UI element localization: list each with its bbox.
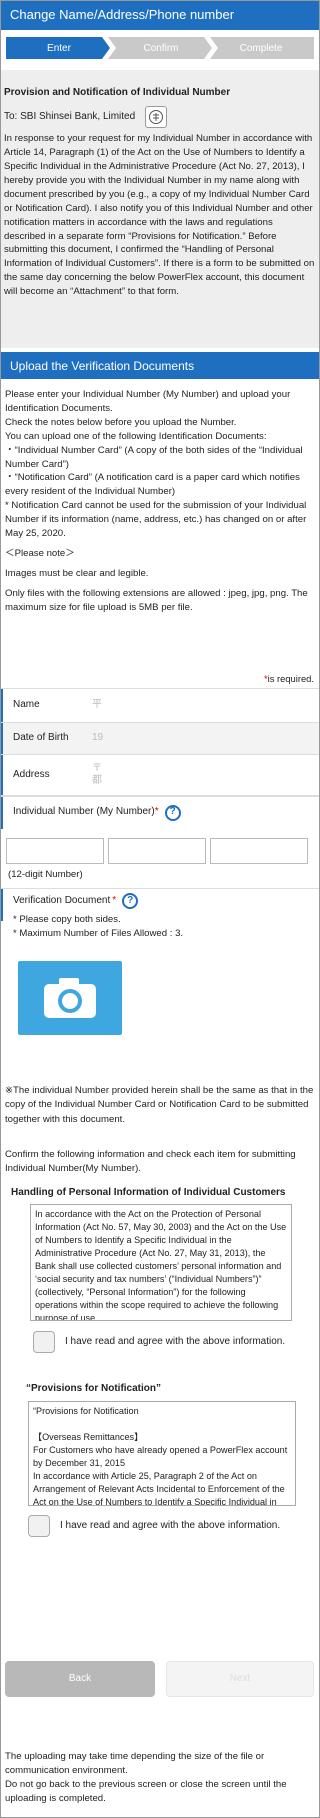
verification-notes: * Please copy both sides. * Maximum Numb… [13, 913, 183, 942]
handling-textbox[interactable]: In accordance with the Act on the Protec… [30, 1204, 292, 1321]
verification-note-max: * Maximum Number of Files Allowed : 3. [13, 928, 184, 940]
verification-required: * [112, 894, 117, 906]
verification-document: Verification Document * ? * Please copy … [0, 888, 320, 1076]
handling-text: In accordance with the Act on the Protec… [35, 1209, 287, 1321]
back-button[interactable]: Back [5, 1661, 155, 1697]
my-number-part3-input[interactable] [210, 838, 308, 864]
my-number-label: Individual Number (My Number) [13, 806, 155, 818]
page-header: Change Name/Address/Phone number [0, 0, 320, 30]
verification-label: Verification Document [13, 894, 111, 906]
provisions-agree-checkbox[interactable] [28, 1515, 50, 1537]
help-icon[interactable]: ? [164, 804, 181, 821]
handling-agree-checkbox[interactable] [33, 1331, 55, 1353]
name-label: Name [13, 699, 40, 711]
declaration-text: ※The individual Number provided herein s… [5, 1085, 314, 1125]
my-number-header: Individual Number (My Number) * ? [0, 796, 320, 829]
step-complete: Complete [239, 43, 283, 54]
handling-agree-label: I have read and agree with the above inf… [65, 1335, 286, 1347]
provisions-agree-row: I have read and agree with the above inf… [0, 1514, 320, 1538]
camera-upload-button[interactable] [18, 961, 122, 1035]
address-label: Address [13, 768, 50, 780]
instruction-line: ・“Individual Number Card” (A copy of the… [5, 444, 303, 470]
instruction-line: Check the notes below before you upload … [5, 416, 237, 428]
name-value: 平 [92, 699, 102, 711]
help-icon[interactable]: ? [122, 893, 139, 909]
step-enter: Enter [47, 43, 71, 54]
confirm-intro: Confirm the following information and ch… [5, 1149, 296, 1175]
instruction-line: ・“Notification Card” (A notification car… [5, 472, 300, 498]
my-number-inputs [0, 838, 320, 864]
provisions-textbox[interactable]: “Provisions for Notification 【Overseas R… [28, 1401, 296, 1506]
note-clear: Images must be clear and legible. [5, 567, 149, 579]
required-note: *is required. [0, 672, 320, 685]
provisions-title: “Provisions for Notification” [26, 1383, 162, 1394]
note-extensions: Only files with the following extensions… [5, 587, 308, 613]
dob-label: Date of Birth [13, 732, 69, 744]
address-value: 〒 都 [92, 763, 102, 786]
address-row: Address 〒 都 [0, 755, 320, 796]
step-indicator: Enter Confirm Complete [0, 33, 320, 63]
instruction-line: You can upload one of the following Iden… [5, 430, 267, 442]
page-title: Change Name/Address/Phone number [10, 7, 235, 22]
dob-row: Date of Birth 19 [0, 723, 320, 755]
provisions-text: “Provisions for Notification 【Overseas R… [33, 1406, 288, 1506]
my-number-part2-input[interactable] [108, 838, 206, 864]
upload-footer-note: The uploading may take time depending th… [0, 1750, 320, 1806]
step-confirm: Confirm [143, 43, 179, 54]
verification-note-sides: * Please copy both sides. [13, 914, 121, 925]
upload-instructions: Please enter your Individual Number (My … [0, 388, 320, 615]
next-button[interactable]: Next [166, 1661, 314, 1697]
addressee-row: To: SBI Shinsei Bank, Limited [4, 106, 316, 129]
handling-agree-row: I have read and agree with the above inf… [0, 1330, 320, 1354]
notification-intro: Provision and Notification of Individual… [0, 70, 320, 348]
provisions-agree-label: I have read and agree with the above inf… [60, 1519, 281, 1531]
footer-line2: Do not go back to the previous screen or… [5, 1778, 287, 1804]
my-number-part1-input[interactable] [6, 838, 104, 864]
required-text: is required. [267, 673, 314, 684]
my-number-required: * [154, 806, 159, 818]
footer-line1: The uploading may take time depending th… [5, 1751, 265, 1776]
instruction-line: Please enter your Individual Number (My … [5, 389, 291, 414]
handling-title: Handling of Personal Information of Indi… [11, 1187, 286, 1198]
intro-heading: Provision and Notification of Individual… [4, 87, 231, 98]
verification-title: Verification Document * ? [13, 893, 139, 909]
instruction-line: * Notification Card cannot be used for t… [5, 500, 307, 540]
upload-title: Upload the Verification Documents [10, 359, 195, 373]
seal-icon [145, 106, 168, 129]
note-heading: ＜Please note＞ [5, 547, 75, 559]
upload-section-header: Upload the Verification Documents [0, 352, 320, 379]
my-number-note: (12-digit Number) [8, 869, 83, 880]
camera-icon [44, 978, 96, 1018]
addressee: To: SBI Shinsei Bank, Limited [4, 111, 136, 123]
name-row: Name 平 [0, 688, 320, 723]
dob-value: 19 [92, 732, 104, 744]
intro-body: In response to your request for my Indiv… [4, 133, 315, 298]
